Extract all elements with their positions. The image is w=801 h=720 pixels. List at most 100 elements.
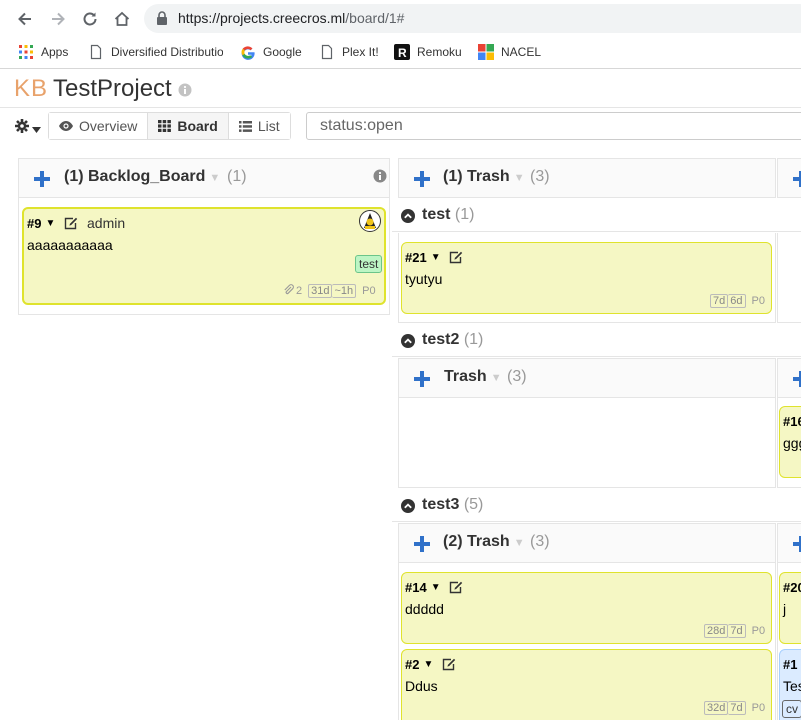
edit-icon[interactable] — [449, 251, 463, 267]
view-switcher: Overview Board List — [48, 112, 291, 140]
column-title-text: (2) Trash — [443, 533, 510, 550]
task-title[interactable]: Tes — [783, 678, 801, 694]
bookmark-google[interactable]: Google — [240, 43, 302, 61]
bookmark-label: Apps — [41, 45, 69, 59]
bookmark-label: Plex It! — [342, 45, 379, 59]
edit-icon[interactable] — [64, 217, 78, 233]
task-owner[interactable]: admin — [87, 215, 125, 231]
task-card[interactable]: #21 ▼ tyutyu 7d 6d P0 — [401, 242, 772, 314]
reload-icon[interactable] — [79, 8, 101, 30]
info-icon[interactable] — [178, 83, 192, 100]
swimlane-name-text: test2 — [422, 331, 460, 348]
bookmark-label: NACEL — [501, 45, 542, 59]
bookmarks-bar: Apps Diversified Distributio Google Plex… — [0, 36, 801, 69]
column-title-text: Trash — [444, 368, 487, 385]
task-age: 31d — [308, 284, 333, 298]
add-task-plus-icon[interactable] — [413, 170, 431, 191]
eye-icon — [59, 121, 73, 131]
kb-logo[interactable]: KB — [14, 75, 48, 103]
task-id[interactable]: #1 — [783, 657, 797, 672]
task-title[interactable]: j — [783, 601, 786, 617]
task-id-text: #21 — [405, 250, 427, 265]
edit-icon[interactable] — [442, 658, 456, 674]
column-task-count: (3) — [530, 168, 550, 185]
chevron-up-icon[interactable] — [401, 499, 415, 516]
column-title-text: (1) Trash — [443, 168, 510, 185]
task-age: 32d — [704, 701, 729, 715]
add-task-plus-icon[interactable] — [792, 535, 801, 556]
bookmark-remoku[interactable]: R Remoku — [394, 43, 462, 61]
home-icon[interactable] — [111, 8, 133, 30]
info-icon[interactable] — [373, 169, 387, 186]
add-task-plus-icon[interactable] — [413, 370, 431, 391]
swimlane-name-text: test — [422, 206, 451, 223]
caret-down-icon[interactable]: ▼ — [514, 172, 525, 184]
bookmark-diversified[interactable]: Diversified Distributio — [88, 43, 223, 61]
add-task-plus-icon[interactable] — [33, 170, 51, 191]
task-footer: 7d 6d P0 — [710, 294, 765, 308]
task-footer: 2 31d ~1h P0 — [283, 284, 376, 298]
add-task-plus-icon[interactable] — [792, 370, 801, 391]
board-view-button[interactable]: Board — [148, 113, 229, 139]
caret-down-icon[interactable]: ▼ — [514, 537, 525, 549]
column-header-trash: (1) Trash ▼ (3) — [398, 158, 776, 198]
chevron-up-icon[interactable] — [401, 209, 415, 226]
column-title: (1) Trash ▼ — [443, 168, 525, 186]
task-id[interactable]: #9 ▼ — [27, 216, 55, 231]
column-title: (2) Trash ▼ — [443, 533, 525, 551]
task-title[interactable]: ggg — [783, 435, 801, 451]
apps-grid-icon — [18, 44, 34, 60]
task-id-text: #16 — [783, 414, 801, 429]
address-bar[interactable]: https://projects.creecros.ml/board/1# — [144, 4, 801, 33]
column-body-test-next — [777, 233, 801, 323]
overview-view-button[interactable]: Overview — [49, 113, 149, 139]
column-header-next — [777, 523, 801, 563]
task-card[interactable]: #14 ▼ ddddd 28d 7d P0 — [401, 572, 772, 644]
add-task-plus-icon[interactable] — [792, 170, 801, 191]
bookmark-nacel[interactable]: NACEL — [478, 43, 541, 61]
app-header: KB TestProject — [0, 70, 801, 108]
list-view-button[interactable]: List — [228, 113, 290, 139]
search-input[interactable]: status:open — [306, 112, 801, 140]
task-id-text: #20 — [783, 580, 801, 595]
back-arrow-icon[interactable] — [14, 8, 36, 30]
swimlane-name: test3 (5) — [422, 496, 483, 514]
url-text: https://projects.creecros.ml/board/1# — [178, 10, 404, 26]
column-title-text: (1) Backlog_Board — [64, 168, 206, 185]
caret-down-icon[interactable]: ▼ — [209, 172, 220, 184]
task-title[interactable]: Ddus — [405, 678, 438, 694]
task-id[interactable]: #14 ▼ — [405, 580, 441, 595]
column-header-next — [777, 358, 801, 398]
task-title[interactable]: tyutyu — [405, 271, 442, 287]
view-label: Board — [177, 118, 218, 134]
task-time: 6d — [728, 294, 746, 308]
task-id[interactable]: #20 — [783, 580, 801, 595]
svg-text:R: R — [398, 46, 407, 60]
task-card[interactable]: #2 ▼ Ddus 32d 7d P0 — [401, 649, 772, 720]
add-task-plus-icon[interactable] — [413, 535, 431, 556]
url-host: https://projects.creecros.ml — [178, 10, 346, 26]
edit-icon[interactable] — [449, 581, 463, 597]
task-id-text: #1 — [783, 657, 798, 672]
attachment-count: 2 — [296, 285, 303, 297]
forward-arrow-icon[interactable] — [47, 8, 69, 30]
task-id[interactable]: #16 — [783, 414, 801, 429]
task-id[interactable]: #2 ▼ — [405, 657, 433, 672]
page-title: TestProject — [53, 75, 172, 102]
bookmark-apps[interactable]: Apps — [18, 43, 68, 61]
task-card[interactable]: #16 ggg — [779, 406, 801, 478]
project-actions-menu[interactable] — [14, 118, 41, 137]
column-header-trash-test3: (2) Trash ▼ (3) — [398, 523, 776, 563]
task-id[interactable]: #21 ▼ — [405, 250, 441, 265]
chevron-up-icon[interactable] — [401, 334, 415, 351]
bookmark-plex[interactable]: Plex It! — [319, 43, 379, 61]
task-card[interactable]: #20 j — [779, 572, 801, 644]
caret-down-icon[interactable]: ▼ — [491, 372, 502, 384]
task-card[interactable]: #1 Tes cv — [779, 649, 801, 720]
task-time: 7d — [728, 701, 746, 715]
task-card[interactable]: #9 ▼ admin aaaaaaaaaaa test 2 31d ~1h P0 — [22, 207, 386, 305]
bookmark-label: Remoku — [417, 45, 462, 59]
task-title[interactable]: aaaaaaaaaaa — [27, 237, 113, 253]
task-footer: 32d 7d P0 — [704, 701, 765, 715]
task-title[interactable]: ddddd — [405, 601, 444, 617]
